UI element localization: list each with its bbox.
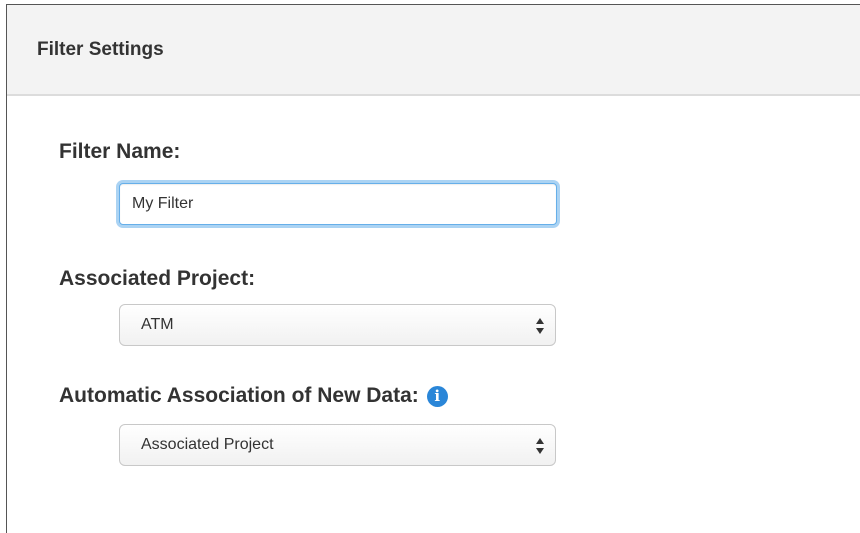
select-arrows-icon (536, 318, 544, 334)
filter-name-input[interactable] (119, 183, 557, 225)
select-arrows-icon (536, 438, 544, 454)
automatic-association-select[interactable]: Associated Project (119, 424, 556, 466)
panel-heading: Filter Settings (7, 5, 860, 96)
associated-project-select[interactable]: ATM (119, 304, 556, 346)
info-circle-icon[interactable]: i (426, 385, 448, 407)
automatic-association-label: Automatic Association of New Data: (59, 384, 419, 407)
associated-project-label: Associated Project: (59, 267, 256, 290)
automatic-association-label-row: Automatic Association of New Data: i (59, 384, 448, 408)
panel-title: Filter Settings (37, 39, 164, 60)
associated-project-selected-value: ATM (141, 316, 174, 333)
automatic-association-selected-value: Associated Project (141, 436, 274, 453)
filter-name-label: Filter Name: (59, 140, 181, 163)
